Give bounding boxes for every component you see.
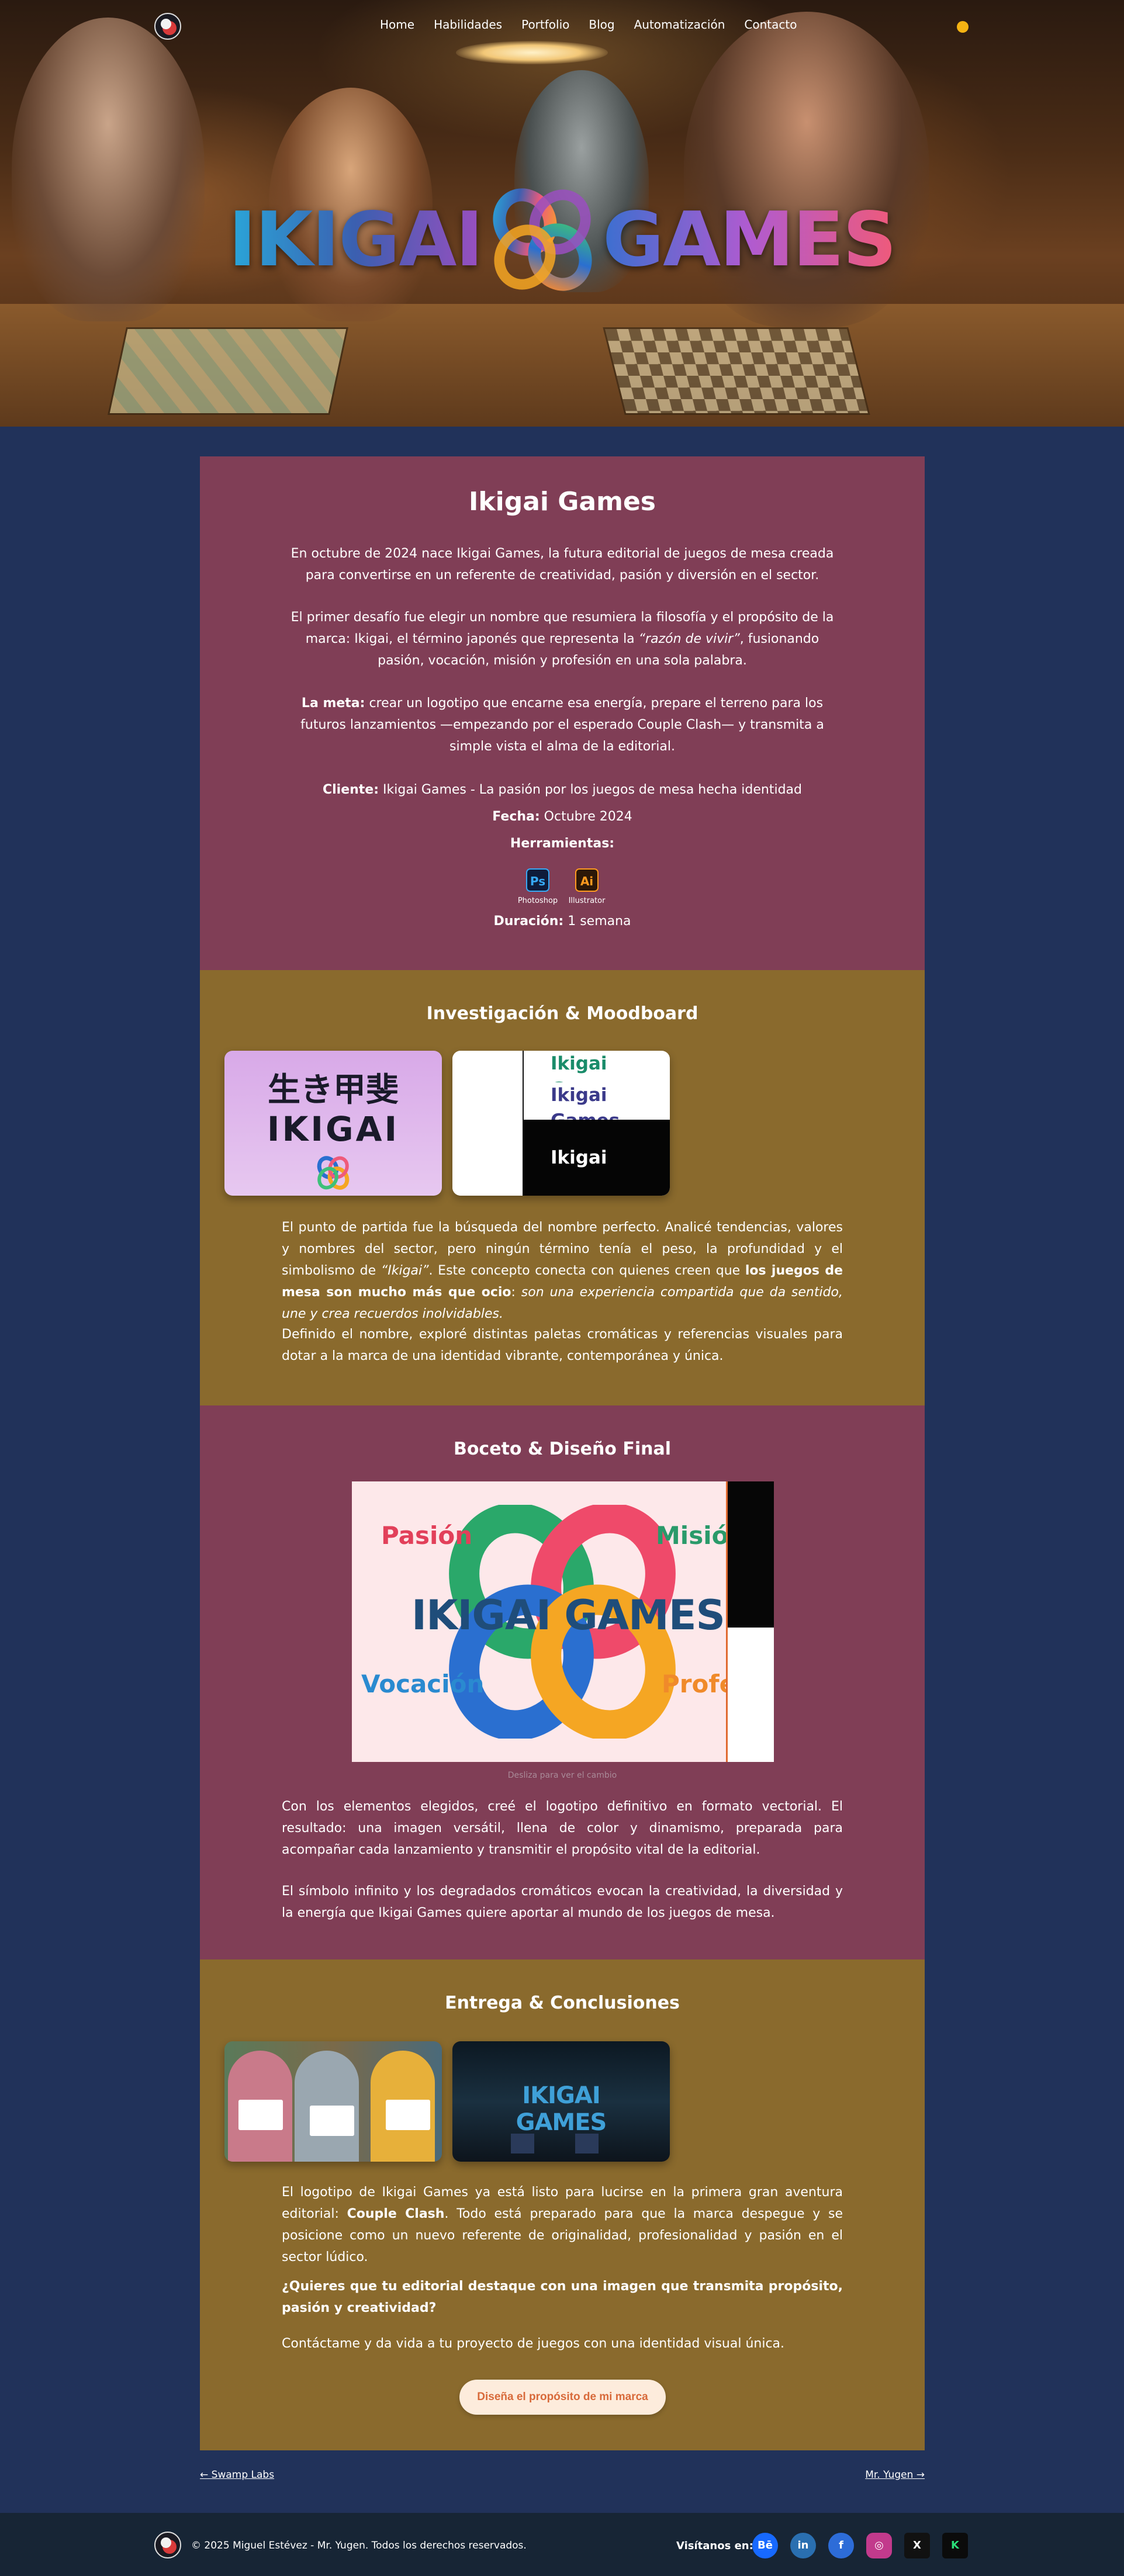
nav-contacto[interactable]: Contacto: [744, 18, 797, 32]
hero-brand-right: GAMES: [603, 196, 897, 283]
tool-photoshop-label: Photoshop: [517, 896, 558, 905]
slider-handle[interactable]: [726, 1481, 728, 1762]
sketch-word-vocacion: Vocación: [361, 1670, 485, 1698]
nav-blog[interactable]: Blog: [589, 18, 614, 32]
intro-paragraph-1: En octubre de 2024 nace Ikigai Games, la…: [290, 546, 834, 583]
moodboard-kanji: 生き甲斐: [268, 1071, 399, 1109]
final-question: ¿Quieres que tu editorial destaque con u…: [282, 2279, 843, 2315]
instagram-icon[interactable]: ◎: [866, 2533, 892, 2558]
illustrator-icon: Ai: [575, 868, 599, 892]
page-title: Ikigai Games: [469, 487, 656, 517]
final-image-people[interactable]: [224, 2041, 442, 2162]
infinity-symbol-icon: [493, 188, 592, 291]
hero-brand-logo: IKIGAI GAMES: [0, 175, 1124, 304]
nav-menu: Home Habilidades Portfolio Blog Automati…: [380, 18, 797, 32]
linkedin-icon[interactable]: in: [790, 2533, 816, 2558]
final-title: Entrega & Conclusiones: [445, 1993, 680, 2013]
sketch-title: Boceto & Diseño Final: [453, 1439, 672, 1459]
tool-illustrator-label: Illustrator: [568, 896, 606, 905]
facebook-icon[interactable]: f: [828, 2533, 854, 2558]
sketch-word-pasion: Pasión: [381, 1521, 473, 1550]
variant-row-1: Ikigai Games: [551, 1053, 620, 1100]
final-section: Entrega & Conclusiones IKIGAI GAMES El l…: [200, 1959, 925, 2450]
tool-photoshop: Ps Photoshop: [514, 868, 561, 905]
final-paragraph-3: Contáctame y da vida a tu proyecto de ju…: [282, 2336, 785, 2351]
moodboard-image-ikigai[interactable]: 生き甲斐 IKIGAI: [224, 1051, 442, 1196]
nav-portfolio[interactable]: Portfolio: [521, 18, 569, 32]
variant-row-3: Ikigai Games: [524, 1120, 670, 1196]
footer-logo-icon[interactable]: [153, 2530, 182, 2560]
moodboard-paragraph-2: Definido el nombre, exploré distintas pa…: [282, 1327, 843, 1363]
cta-button[interactable]: Diseña el propósito de mi marca: [459, 2380, 666, 2415]
sketch-section: Boceto & Diseño Final IKIGAI GAMES Pasió…: [200, 1405, 925, 1959]
theme-toggle-dot[interactable]: [957, 21, 969, 33]
intro-paragraph-2: El primer desafío fue elegir un nombre q…: [290, 610, 834, 668]
moodboard-image-variants[interactable]: Ikigai Games Ikigai Games Ikigai Games: [452, 1051, 670, 1196]
nav-home[interactable]: Home: [380, 18, 414, 32]
x-icon[interactable]: X: [904, 2533, 930, 2558]
variant-thumb-2: [452, 1088, 524, 1157]
before-after-slider[interactable]: IKIGAI GAMES Pasión Misión Vocación Prof…: [352, 1481, 774, 1762]
top-nav: Home Habilidades Portfolio Blog Automati…: [0, 0, 1124, 54]
copyright-text: © 2025 Miguel Estévez - Mr. Yugen. Todos…: [191, 2540, 527, 2551]
final-paragraph-1: El logotipo de Ikigai Games ya está list…: [282, 2185, 843, 2265]
variant-thumb-3: [452, 1157, 524, 1196]
tool-illustrator: Ai Illustrator: [563, 868, 610, 905]
sketch-word-profesion: Profe: [662, 1670, 736, 1698]
site-logo-icon[interactable]: [153, 12, 182, 41]
moodboard-word: IKIGAI: [267, 1109, 400, 1149]
moodboard-title: Investigación & Moodboard: [426, 1003, 698, 1024]
behance-icon[interactable]: Bē: [752, 2533, 778, 2558]
intro-section: Ikigai Games En octubre de 2024 nace Iki…: [200, 456, 925, 970]
photoshop-icon: Ps: [526, 868, 549, 892]
hero-brand-left: IKIGAI: [228, 196, 483, 283]
nav-automatizacion[interactable]: Automatización: [634, 18, 725, 32]
variant-row-2: Ikigai Games: [524, 1082, 670, 1131]
final-logo-preview: [727, 1481, 774, 1762]
sketch-paragraph-1: Con los elementos elegidos, creé el logo…: [282, 1799, 843, 1857]
store-logo-text: IKIGAI GAMES: [516, 2082, 607, 2136]
next-project-link[interactable]: Mr. Yugen →: [865, 2469, 925, 2481]
client-line: Cliente: Ikigai Games - La pasión por lo…: [322, 783, 803, 797]
prev-project-link[interactable]: ← Swamp Labs: [200, 2469, 274, 2481]
hero-banner: IKIGAI GAMES Home Habilidades Portfolio …: [0, 0, 1124, 427]
variant-thumb-1: [452, 1051, 524, 1088]
moodboard-section: Investigación & Moodboard 生き甲斐 IKIGAI Ik…: [200, 970, 925, 1405]
hero-board-left: [108, 327, 348, 415]
footer: © 2025 Miguel Estévez - Mr. Yugen. Todos…: [0, 2513, 1124, 2576]
moodboard-paragraph-1: El punto de partida fue la búsqueda del …: [282, 1220, 843, 1321]
social-label: Visítanos en:: [676, 2540, 753, 2552]
intro-paragraph-3: La meta: crear un logotipo que encarne e…: [300, 696, 824, 754]
nav-habilidades[interactable]: Habilidades: [434, 18, 502, 32]
tools-label: Herramientas:: [510, 836, 615, 851]
hero-board-right: [603, 327, 870, 415]
kickstarter-icon[interactable]: K: [942, 2533, 968, 2558]
final-image-storefront[interactable]: IKIGAI GAMES: [452, 2041, 670, 2162]
sketch-logo-text: IKIGAI GAMES: [411, 1591, 725, 1639]
duration-line: Duración: 1 semana: [493, 914, 631, 929]
slider-caption: Desliza para ver el cambio: [507, 1771, 617, 1780]
date-line: Fecha: Octubre 2024: [492, 809, 632, 824]
sketch-paragraph-2: El símbolo infinito y los degradados cro…: [282, 1884, 843, 1920]
infinity-symbol-icon: [317, 1156, 350, 1190]
